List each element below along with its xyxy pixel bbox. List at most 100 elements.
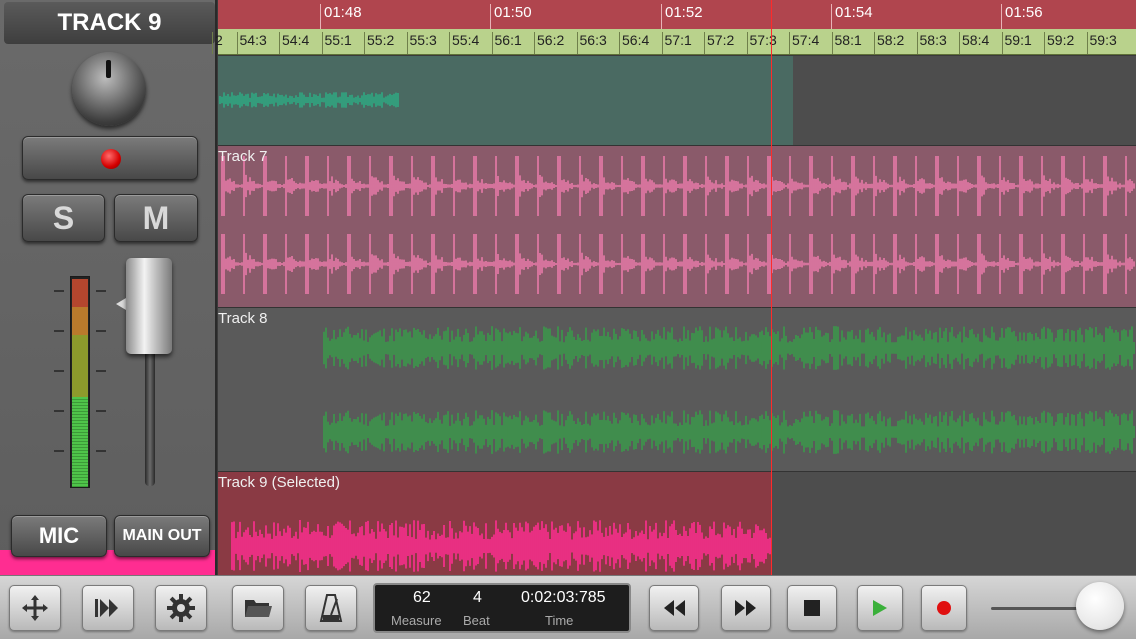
move-icon [22,595,48,621]
meter-tick [54,410,64,412]
meter-tick [54,450,64,452]
meter-tick [96,410,106,412]
transport-display: 62 4 0:02:03:785 Measure Beat Time [373,583,631,633]
waveform-path [323,326,1135,454]
play-button[interactable] [857,585,903,631]
meter-tick [54,330,64,332]
track-area: Track 7 Track 8 Track 9 (Selected) [218,56,1136,575]
time-value: 0:02:03:785 [521,589,606,606]
beat-marker: 58:4 [959,32,989,54]
time-marker: 01:54 [831,4,873,29]
daw-app: TRACK 9 S M MIC MAIN OUT 01:48 01:50 01:52… [0,0,1136,639]
beat-marker: 55:2 [364,32,394,54]
track-lane-7[interactable]: Track 7 [218,145,1136,307]
time-ruler[interactable]: 01:48 01:50 01:52 01:54 01:56 [218,0,1136,29]
measure-value: 62 [413,589,431,606]
fast-forward-snap-icon [95,599,118,617]
beat-marker: 59:2 [1044,32,1074,54]
meter-tick [96,290,106,292]
time-marker: 01:48 [320,4,362,29]
beat-marker: 56:2 [534,32,564,54]
rewind-icon [664,600,685,616]
beat-marker: 2 [212,32,223,54]
track-label: Track 9 (Selected) [218,474,340,491]
beat-marker: 58:1 [831,32,862,54]
beat-ruler[interactable]: 2 54:3 54:4 55:1 55:2 55:3 55:4 56:1 56:2 56:3 56:… [212,29,1136,55]
stop-icon [804,600,820,616]
beat-marker: 55:4 [449,32,479,54]
time-marker: 01:52 [661,4,703,29]
time-marker: 01:50 [490,4,532,29]
stop-button[interactable] [787,585,837,631]
move-button[interactable] [9,585,61,631]
fast-forward-icon [735,600,756,616]
beat-marker: 58:2 [874,32,904,54]
waveform [231,520,771,572]
metronome-button[interactable] [305,585,357,631]
waveform-path [231,520,771,572]
level-meter [70,276,90,488]
master-volume-track [991,607,1081,610]
record-icon [937,601,951,615]
settings-button[interactable] [155,585,207,631]
master-volume-slider[interactable] [1076,582,1124,630]
meter-tick [96,370,106,372]
pan-knob[interactable] [72,52,146,126]
meter-tick [96,330,106,332]
track-lane-6[interactable] [218,56,1136,145]
meter-tick [54,290,64,292]
volume-fader[interactable] [126,258,172,354]
waveform-path [221,156,1135,294]
beat-marker: 59:1 [1001,32,1032,54]
record-button[interactable] [921,585,967,631]
fast-forward-button[interactable] [721,585,771,631]
beat-marker: 57:2 [704,32,734,54]
record-led-icon [101,149,121,169]
beat-marker: 59:3 [1086,32,1117,54]
beat-marker: 54:3 [236,32,267,54]
track-lane-9[interactable]: Track 9 (Selected) [218,471,1136,575]
fader-marker-icon [116,298,126,310]
beat-marker: 57:3 [746,32,777,54]
waveform [221,156,1135,294]
time-marker: 01:56 [1001,4,1043,29]
beat-caption: Beat [463,613,490,628]
waveform [219,92,399,108]
time-caption: Time [545,613,574,628]
measure-caption: Measure [391,613,442,628]
beat-marker: 55:1 [321,32,352,54]
input-button[interactable]: MIC [11,515,107,557]
output-button[interactable]: MAIN OUT [114,515,210,557]
beat-marker: 56:4 [619,32,649,54]
track-lane-8[interactable]: Track 8 [218,307,1136,471]
beat-marker: 55:3 [406,32,437,54]
track-title: TRACK 9 [4,2,215,44]
beat-marker: 57:1 [661,32,692,54]
beat-marker: 58:3 [916,32,947,54]
beat-value: 4 [473,589,482,606]
gear-icon [167,594,195,622]
play-icon [873,600,887,616]
rewind-button[interactable] [649,585,699,631]
folder-icon [245,600,272,617]
waveform-path [219,92,399,108]
playhead[interactable] [771,0,772,575]
record-arm-button[interactable] [22,136,198,180]
knob-pointer [106,60,111,78]
beat-marker: 56:1 [491,32,522,54]
channel-strip: TRACK 9 S M MIC MAIN OUT [0,0,217,575]
beat-marker: 56:3 [576,32,607,54]
waveform [323,326,1135,454]
track-label: Track 7 [218,148,268,165]
snap-forward-button[interactable] [82,585,134,631]
open-file-button[interactable] [232,585,284,631]
bottom-toolbar: 62 4 0:02:03:785 Measure Beat Time [0,575,1136,639]
solo-button[interactable]: S [22,194,105,242]
beat-marker: 57:4 [789,32,819,54]
meter-tick [54,370,64,372]
metronome-icon [319,594,343,622]
mute-button[interactable]: M [114,194,198,242]
beat-marker: 54:4 [279,32,309,54]
meter-tick [96,450,106,452]
track-label: Track 8 [218,310,268,327]
